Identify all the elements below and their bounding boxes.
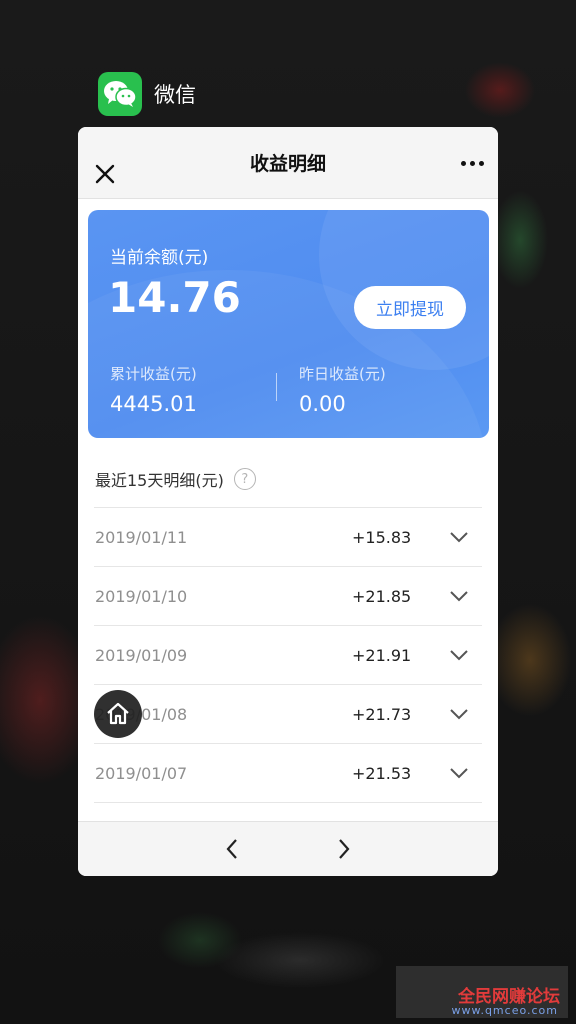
row-amount: +21.91 bbox=[352, 646, 412, 665]
page-title: 收益明细 bbox=[249, 153, 326, 175]
chevron-down-icon[interactable] bbox=[449, 707, 469, 721]
balance-card: 当前余额(元) 14.76 立即提现 累计收益(元) 4445.01 昨日收益(… bbox=[88, 210, 489, 438]
current-balance-label: 当前余额(元) bbox=[110, 248, 209, 268]
row-amount: +21.85 bbox=[352, 587, 412, 606]
app-card[interactable]: 收益明细 当前余额(元) 14.76 立即提现 累计收益(元) 4445.01 … bbox=[78, 127, 498, 876]
chevron-down-icon[interactable] bbox=[449, 648, 469, 662]
chevron-down-icon[interactable] bbox=[449, 766, 469, 780]
total-earnings: 累计收益(元) 4445.01 bbox=[110, 363, 197, 416]
row-date: 2019/01/11 bbox=[95, 528, 188, 547]
app-header[interactable]: 微信 bbox=[98, 72, 196, 116]
row-amount: +15.83 bbox=[352, 528, 412, 547]
home-icon[interactable] bbox=[94, 690, 142, 738]
current-balance-value: 14.76 bbox=[108, 273, 241, 322]
wechat-icon bbox=[98, 72, 142, 116]
chevron-right-icon[interactable] bbox=[336, 838, 352, 860]
stat-divider bbox=[276, 373, 277, 401]
list-item[interactable]: 2019/01/11 +15.83 bbox=[94, 507, 482, 566]
navbar: 收益明细 bbox=[78, 127, 498, 199]
withdraw-button[interactable]: 立即提现 bbox=[354, 286, 466, 329]
chevron-left-icon[interactable] bbox=[224, 838, 240, 860]
bottom-nav bbox=[78, 821, 498, 876]
yesterday-earnings-value: 0.00 bbox=[299, 392, 346, 416]
more-icon[interactable] bbox=[461, 161, 484, 166]
total-earnings-label: 累计收益(元) bbox=[110, 365, 197, 383]
close-icon[interactable] bbox=[94, 163, 116, 185]
app-name: 微信 bbox=[154, 83, 196, 107]
list-item[interactable]: 2019/01/08 +21.73 bbox=[94, 684, 482, 743]
list-item[interactable]: 2019/01/09 +21.91 bbox=[94, 625, 482, 684]
details-list: 2019/01/11 +15.83 2019/01/10 +21.85 2019… bbox=[94, 507, 482, 861]
row-date: 2019/01/09 bbox=[95, 646, 188, 665]
chevron-down-icon[interactable] bbox=[449, 589, 469, 603]
yesterday-earnings-label: 昨日收益(元) bbox=[299, 365, 386, 383]
chevron-down-icon[interactable] bbox=[449, 530, 469, 544]
row-amount: +21.53 bbox=[352, 764, 412, 783]
row-date: 2019/01/10 bbox=[95, 587, 188, 606]
yesterday-earnings: 昨日收益(元) 0.00 bbox=[299, 363, 386, 416]
help-icon[interactable]: ? bbox=[233, 468, 256, 490]
list-item[interactable]: 2019/01/07 +21.53 bbox=[94, 743, 482, 802]
details-title: 最近15天明细(元) bbox=[95, 471, 224, 490]
watermark: 全民网赚论坛 www.qmceo.com bbox=[396, 966, 568, 1018]
row-date: 2019/01/07 bbox=[95, 764, 188, 783]
total-earnings-value: 4445.01 bbox=[110, 392, 197, 416]
watermark-url: www.qmceo.com bbox=[451, 1004, 558, 1017]
details-heading: 最近15天明细(元) ? bbox=[95, 467, 256, 491]
list-item[interactable]: 2019/01/10 +21.85 bbox=[94, 566, 482, 625]
row-amount: +21.73 bbox=[352, 705, 412, 724]
